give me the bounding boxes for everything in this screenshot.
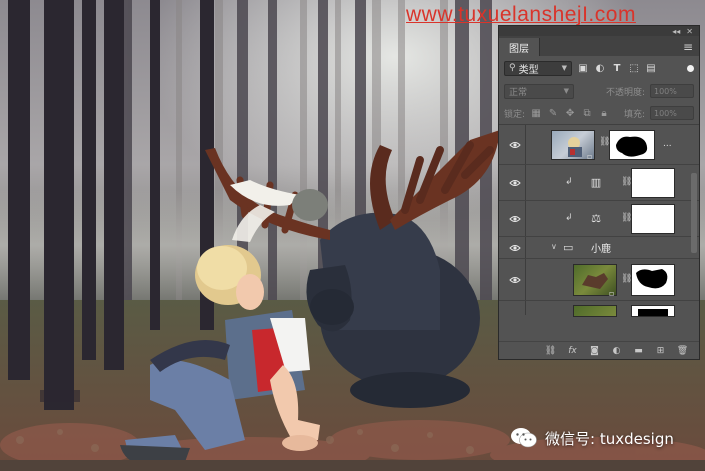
new-adjustment-icon[interactable]: ◐ xyxy=(610,346,623,356)
chevron-down-icon: ▼ xyxy=(561,64,567,72)
eye-icon[interactable] xyxy=(505,259,525,300)
eye-icon[interactable] xyxy=(505,201,525,236)
opacity-label: 不透明度: xyxy=(605,87,645,98)
layer-row-group[interactable]: ∨ ▭ 小鹿 xyxy=(499,237,699,259)
lock-transparent-icon[interactable]: ▦ xyxy=(530,108,542,119)
search-icon: ⚲ xyxy=(509,63,516,73)
folder-icon: ▭ xyxy=(563,241,574,254)
new-layer-icon[interactable]: ⊞ xyxy=(654,346,667,356)
child-mask-thumbnail[interactable] xyxy=(609,130,655,160)
lock-row: 锁定: ▦ ✎ ✥ ⧉ 🔒︎ 填充: 100% xyxy=(499,102,699,124)
panel-bottom-toolbar: ⛓ fx ◙ ◐ ▬ ⊞ 🗑︎ xyxy=(499,341,699,359)
group-name: 小鹿 xyxy=(591,244,611,255)
image-filter-icon[interactable]: ▣ xyxy=(577,63,589,74)
chevron-down-icon: ▼ xyxy=(563,87,569,95)
layer-row-partial[interactable] xyxy=(499,301,699,317)
smartobject-badge-icon: ▫ xyxy=(587,152,593,161)
type-filter-icon[interactable]: T xyxy=(611,63,623,74)
layer-row-moose[interactable]: ▫ ⛓ xyxy=(499,259,699,301)
layer-row-color-balance[interactable]: ↲ ⚖ ⛓ xyxy=(499,201,699,237)
color-balance-adjustment-icon[interactable]: ⚖ xyxy=(587,210,605,226)
eye-icon[interactable] xyxy=(505,125,525,164)
eye-icon[interactable] xyxy=(505,165,525,200)
clipping-arrow-icon: ↲ xyxy=(565,213,573,223)
blend-mode-value: 正常 xyxy=(509,87,528,98)
partial-layer-thumbnail[interactable] xyxy=(573,305,617,317)
layer-list: ⛓ ... ▫ ↲ ▥ ⛓ ↲ ⚖ ⛓ ∨ ▭ 小鹿 ▫ ⛓ xyxy=(499,125,699,317)
color-balance-mask-thumbnail[interactable] xyxy=(631,204,675,234)
moose-mask-thumbnail[interactable] xyxy=(631,264,675,296)
filter-toggle-icon[interactable] xyxy=(687,64,694,72)
lock-all-icon[interactable]: 🔒︎ xyxy=(598,108,610,119)
close-panel-icon[interactable]: ✕ xyxy=(686,27,693,36)
filter-kind-select[interactable]: ⚲ 类型 ▼ xyxy=(504,60,572,76)
layers-scrollbar[interactable] xyxy=(691,173,697,253)
adjustment-filter-icon[interactable]: ◐ xyxy=(594,63,606,74)
wechat-label: 微信号: tuxdesign xyxy=(545,429,674,448)
opacity-field[interactable]: 100% xyxy=(650,84,694,98)
delete-layer-icon[interactable]: 🗑︎ xyxy=(676,346,689,356)
layers-panel: ◂◂ ✕ 图层 ≡ ⚲ 类型 ▼ ▣ ◐ T ⬚ ▤ 正常 ▼ 不透明度: 10… xyxy=(498,25,700,360)
visibility-column xyxy=(499,301,526,315)
chevron-down-icon[interactable]: ∨ xyxy=(551,242,557,251)
collapse-panel-icon[interactable]: ◂◂ xyxy=(672,27,680,36)
watermark-url: www.tuxuelanshejI.com xyxy=(406,3,636,26)
eye-icon[interactable] xyxy=(505,237,525,258)
partial-mask-thumbnail[interactable] xyxy=(631,305,675,317)
layer-row-levels[interactable]: ↲ ▥ ⛓ xyxy=(499,165,699,201)
fill-label: 填充: xyxy=(623,109,645,120)
lock-artboard-icon[interactable]: ⧉ xyxy=(581,108,593,119)
blend-row: 正常 ▼ 不透明度: 100% xyxy=(499,80,699,102)
clipping-arrow-icon: ↲ xyxy=(565,177,573,187)
add-mask-icon[interactable]: ◙ xyxy=(588,346,601,356)
smartobject-filter-icon[interactable]: ▤ xyxy=(645,63,657,74)
wechat-watermark: 微信号: tuxdesign xyxy=(510,427,674,449)
fill-field[interactable]: 100% xyxy=(650,106,694,120)
panel-menu-icon[interactable]: ≡ xyxy=(683,38,693,56)
new-group-icon[interactable]: ▬ xyxy=(632,346,645,356)
blend-mode-select[interactable]: 正常 ▼ xyxy=(504,83,574,99)
smartobject-badge-icon: ▫ xyxy=(609,289,615,298)
shape-filter-icon[interactable]: ⬚ xyxy=(628,63,640,74)
link-layers-icon[interactable]: ⛓ xyxy=(544,346,557,356)
lock-move-icon[interactable]: ✥ xyxy=(564,108,576,119)
lock-paint-icon[interactable]: ✎ xyxy=(547,108,559,119)
fx-icon[interactable]: fx xyxy=(566,346,579,356)
levels-mask-thumbnail[interactable] xyxy=(631,168,675,198)
lock-label: 锁定: xyxy=(504,109,526,120)
levels-adjustment-icon[interactable]: ▥ xyxy=(587,174,605,190)
filter-kind-value: 类型 xyxy=(518,64,539,76)
panel-tabbar: 图层 ≡ xyxy=(499,36,699,56)
filter-row: ⚲ 类型 ▼ ▣ ◐ T ⬚ ▤ xyxy=(499,56,699,80)
panel-titlebar: ◂◂ ✕ xyxy=(499,26,699,36)
tab-layers[interactable]: 图层 xyxy=(499,38,540,56)
wechat-icon xyxy=(511,428,537,448)
layer-more-label: ... xyxy=(663,139,672,149)
layer-row-child[interactable]: ⛓ ... ▫ xyxy=(499,125,699,165)
